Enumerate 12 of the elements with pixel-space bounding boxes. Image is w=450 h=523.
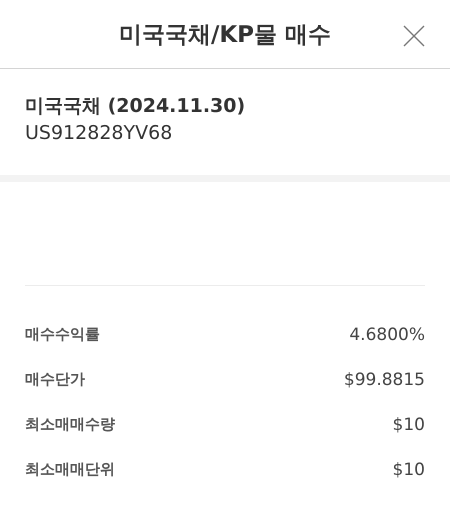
detail-value: 4.6800% — [349, 324, 425, 344]
detail-value: $10 — [392, 460, 425, 480]
close-icon[interactable] — [402, 24, 426, 48]
detail-value: $99.8815 — [344, 370, 425, 390]
detail-label: 최소매매수량 — [25, 415, 115, 434]
detail-label: 매수수익률 — [25, 325, 100, 344]
detail-label: 최소매매단위 — [25, 460, 115, 479]
detail-label: 매수단가 — [25, 370, 85, 389]
detail-value: $10 — [392, 414, 425, 434]
dialog-title: 미국국채/KP물 매수 — [118, 20, 332, 50]
bond-code: US912828YV68 — [25, 121, 174, 146]
bond-name: 미국국채 (2024.11.30) — [25, 94, 246, 119]
